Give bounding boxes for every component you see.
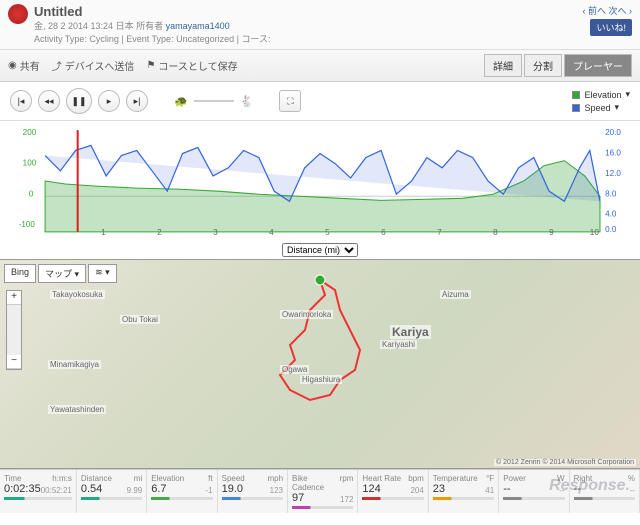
svg-text:1: 1 [101, 228, 106, 237]
expand-button[interactable]: ⛶ [279, 90, 301, 112]
header: Untitled 金, 28 2 2014 13:24 日本 所有者 yamay… [0, 0, 640, 50]
svg-text:8.0: 8.0 [605, 189, 617, 198]
stat-bike-cadence: Bike Cadencerpm97172 [288, 470, 358, 513]
legend-elevation[interactable]: Elevation ▾ [572, 89, 630, 100]
activity-badge-icon [8, 4, 28, 24]
stat-speed: Speedmph19.0123 [218, 470, 288, 513]
watermark: Response. [549, 477, 630, 495]
svg-text:10: 10 [590, 228, 600, 237]
svg-text:100: 100 [23, 159, 37, 168]
svg-text:8: 8 [493, 228, 498, 237]
distance-unit-select[interactable]: Distance (mi) [282, 243, 358, 257]
pause-button[interactable]: ❚❚ [66, 88, 92, 114]
turtle-icon: 🐢 [174, 95, 188, 108]
tab-player[interactable]: プレーヤー [564, 54, 632, 77]
rewind-button[interactable]: ◂◂ [38, 90, 60, 112]
svg-text:12.0: 12.0 [605, 169, 621, 178]
activity-meta: 金, 28 2 2014 13:24 日本 所有者 yamayama1400 [34, 19, 582, 32]
next-link[interactable]: 次へ › [609, 6, 633, 16]
svg-text:0.0: 0.0 [605, 225, 617, 234]
svg-text:16.0: 16.0 [605, 149, 621, 158]
page-title: Untitled [34, 4, 582, 19]
prev-link[interactable]: ‹ 前へ [582, 6, 606, 16]
tab-splits[interactable]: 分割 [524, 54, 562, 77]
svg-text:4: 4 [269, 228, 274, 237]
svg-text:3: 3 [213, 228, 218, 237]
svg-text:2: 2 [157, 228, 162, 237]
svg-text:0: 0 [29, 189, 34, 198]
skip-end-button[interactable]: ▸| [126, 90, 148, 112]
stat-time: Timeh:m:s0:02:3500:52:21 [0, 470, 77, 513]
map-view[interactable]: Bing マップ ▾ ≋ ▾ + − Takayokosuka Obu Toka… [0, 259, 640, 469]
svg-text:6: 6 [381, 228, 386, 237]
slider-track[interactable] [194, 100, 234, 102]
legend-speed[interactable]: Speed ▾ [572, 102, 630, 113]
city-kariya: Kariya [390, 325, 431, 339]
like-button[interactable]: いいね! [590, 19, 632, 36]
player-controls: |◂ ◂◂ ❚❚ ▸ ▸| 🐢 🐇 ⛶ Elevation ▾ Speed ▾ [0, 82, 640, 121]
svg-text:200: 200 [23, 128, 37, 137]
send-button[interactable]: ⤴ デバイスへ送信 [52, 58, 135, 73]
stats-bar: Timeh:m:s0:02:3500:52:21Distancemi0.549.… [0, 469, 640, 513]
tab-details[interactable]: 詳細 [484, 54, 522, 77]
chart-svg: 200 100 0 -100 20.0 16.0 12.0 8.0 4.0 0.… [10, 125, 630, 237]
toolbar: ◉ 共有 ⤴ デバイスへ送信 ⚑ コースとして保存 詳細 分割 プレーヤー [0, 50, 640, 82]
rabbit-icon: 🐇 [240, 95, 254, 108]
x-axis-selector: Distance (mi) [0, 241, 640, 259]
svg-text:9: 9 [549, 228, 554, 237]
svg-text:7: 7 [437, 228, 442, 237]
share-button[interactable]: ◉ 共有 [8, 58, 40, 73]
stat-elevation: Elevationft6.7-1 [147, 470, 217, 513]
svg-text:-100: -100 [19, 220, 36, 229]
svg-text:5: 5 [325, 228, 330, 237]
skip-start-button[interactable]: |◂ [10, 90, 32, 112]
stat-temperature: Temperature°F2341 [429, 470, 499, 513]
play-button[interactable]: ▸ [98, 90, 120, 112]
svg-text:20.0: 20.0 [605, 128, 621, 137]
map-copyright: © 2012 Zenrin © 2014 Microsoft Corporati… [494, 459, 636, 466]
activity-type: Activity Type: Cycling | Event Type: Unc… [34, 32, 582, 45]
stat-heart-rate: Heart Ratebpm124204 [358, 470, 428, 513]
stat-distance: Distancemi0.549.99 [77, 470, 147, 513]
elevation-speed-chart: 200 100 0 -100 20.0 16.0 12.0 8.0 4.0 0.… [0, 121, 640, 241]
owner-link[interactable]: yamayama1400 [166, 21, 230, 31]
save-button[interactable]: ⚑ コースとして保存 [146, 58, 237, 73]
svg-text:4.0: 4.0 [605, 210, 617, 219]
